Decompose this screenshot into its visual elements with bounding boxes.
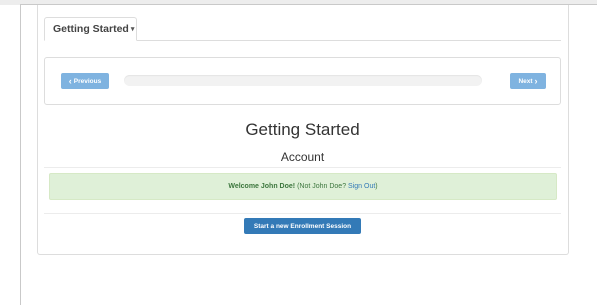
chevron-left-icon: ‹ bbox=[68, 75, 72, 86]
tab-getting-started[interactable]: Getting Started ▾ bbox=[44, 17, 137, 41]
next-button[interactable]: Next › bbox=[510, 73, 546, 89]
welcome-message: Welcome John Doe! bbox=[228, 183, 296, 190]
start-enrollment-button[interactable]: Start a new Enrollment Session bbox=[244, 218, 361, 234]
divider bbox=[44, 167, 561, 168]
welcome-alert: Welcome John Doe! (Not John Doe? Sign Ou… bbox=[49, 173, 557, 200]
caret-down-icon: ▾ bbox=[130, 26, 135, 33]
page-title: Getting Started bbox=[245, 120, 360, 139]
tab-label: Getting Started bbox=[53, 23, 129, 35]
not-user-suffix: ) bbox=[375, 183, 378, 190]
sign-out-link[interactable]: Sign Out bbox=[348, 183, 375, 190]
not-user-prefix: (Not John Doe? bbox=[295, 183, 349, 190]
chevron-right-icon: › bbox=[534, 75, 538, 86]
previous-button-label: Previous bbox=[73, 77, 102, 85]
divider bbox=[44, 213, 561, 214]
previous-button[interactable]: ‹ Previous bbox=[61, 73, 109, 89]
progress-bar bbox=[124, 75, 482, 86]
next-button-label: Next bbox=[518, 77, 533, 85]
page-subtitle: Account bbox=[280, 150, 325, 164]
